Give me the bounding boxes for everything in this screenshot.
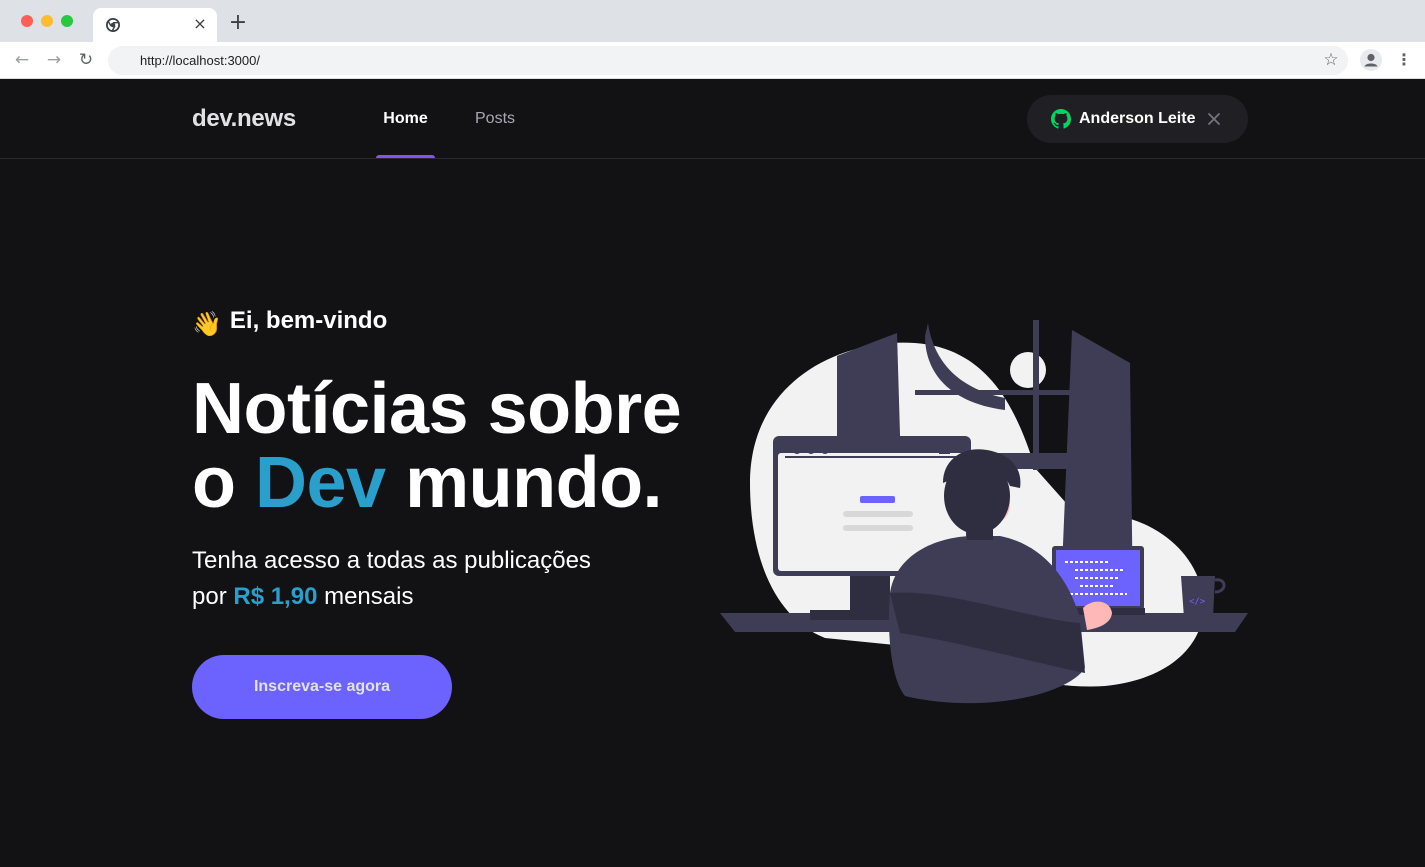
moon-shape bbox=[1010, 352, 1046, 388]
browser-menu-icon[interactable]: ⋮ bbox=[1396, 50, 1412, 70]
new-tab-icon[interactable]: + bbox=[228, 12, 248, 34]
monitor-dot bbox=[821, 446, 829, 454]
browser-tab[interactable]: × bbox=[93, 8, 217, 42]
greeting-text: Ei, bem-vindo bbox=[229, 307, 388, 334]
sign-out-close-icon[interactable] bbox=[1204, 109, 1224, 129]
browser-toolbar: ← → ↻ http://localhost:3000/ ☆ ⋮ bbox=[0, 42, 1425, 79]
site-header: dev.news Home Posts Anderson Leite bbox=[0, 79, 1425, 159]
subtext-prefix: por bbox=[192, 583, 227, 610]
subscribe-button[interactable]: Inscreva-se agora bbox=[192, 655, 452, 719]
price-highlight: R$ 1,90 bbox=[233, 583, 318, 610]
url-text[interactable]: http://localhost:3000/ bbox=[140, 46, 260, 75]
bookmark-star-icon[interactable]: ☆ bbox=[1322, 51, 1340, 69]
monitor-text-line bbox=[843, 511, 913, 517]
signed-in-user-name: Anderson Leite bbox=[1079, 110, 1196, 127]
logo[interactable]: dev.news bbox=[192, 104, 296, 134]
monitor-text-line bbox=[843, 525, 913, 531]
tab-close-icon[interactable]: × bbox=[192, 16, 208, 32]
monitor-divider bbox=[785, 456, 960, 458]
address-bar[interactable]: http://localhost:3000/ ☆ bbox=[108, 46, 1348, 75]
subtext-line-1: Tenha acesso a todas as publicações bbox=[192, 547, 591, 574]
forward-arrow-icon[interactable]: → bbox=[44, 50, 64, 70]
monitor-menu-line bbox=[939, 452, 950, 454]
mug-code-symbol: </> bbox=[1189, 597, 1206, 607]
github-signin-button[interactable]: Anderson Leite bbox=[1027, 95, 1248, 143]
close-window-button[interactable] bbox=[21, 15, 33, 27]
nav-posts-link[interactable]: Posts bbox=[475, 79, 515, 158]
hero-headline: Notícias sobre o Dev mundo. bbox=[192, 372, 712, 520]
headline-accent: Dev bbox=[255, 443, 386, 523]
waving-hand-icon: 👋 bbox=[192, 311, 222, 338]
mug-handle bbox=[1214, 578, 1226, 594]
hero-subtext: Tenha acesso a todas as publicações por … bbox=[192, 543, 652, 615]
browser-chrome: × + ← → ↻ http://localhost:3000/ ☆ ⋮ bbox=[0, 0, 1425, 79]
nav-active-indicator bbox=[376, 155, 435, 158]
profile-avatar-icon[interactable] bbox=[1360, 49, 1382, 71]
headline-prefix: o bbox=[192, 443, 236, 523]
monitor-stand bbox=[850, 576, 890, 614]
subtext-suffix: mensais bbox=[324, 583, 414, 610]
tab-strip: × + bbox=[0, 0, 1425, 42]
maximize-window-button[interactable] bbox=[61, 15, 73, 27]
greeting: 👋 Ei, bem-vindo bbox=[192, 305, 387, 341]
reload-icon[interactable]: ↻ bbox=[76, 50, 96, 70]
minimize-window-button[interactable] bbox=[41, 15, 53, 27]
monitor-button bbox=[860, 496, 895, 503]
developer-illustration: </> bbox=[720, 320, 1248, 704]
nav-home-link[interactable]: Home bbox=[376, 79, 435, 158]
back-arrow-icon[interactable]: ← bbox=[12, 50, 32, 70]
headline-line-1: Notícias sobre bbox=[192, 369, 682, 449]
window-bar-horizontal bbox=[915, 390, 1075, 395]
monitor-dot bbox=[807, 446, 815, 454]
monitor-dot bbox=[793, 446, 801, 454]
chrome-icon bbox=[106, 18, 120, 32]
github-icon bbox=[1051, 109, 1071, 129]
person-icon bbox=[1364, 53, 1378, 67]
desk-base bbox=[810, 610, 900, 620]
headline-suffix: mundo. bbox=[405, 443, 663, 523]
monitor-menu-line bbox=[939, 448, 950, 450]
